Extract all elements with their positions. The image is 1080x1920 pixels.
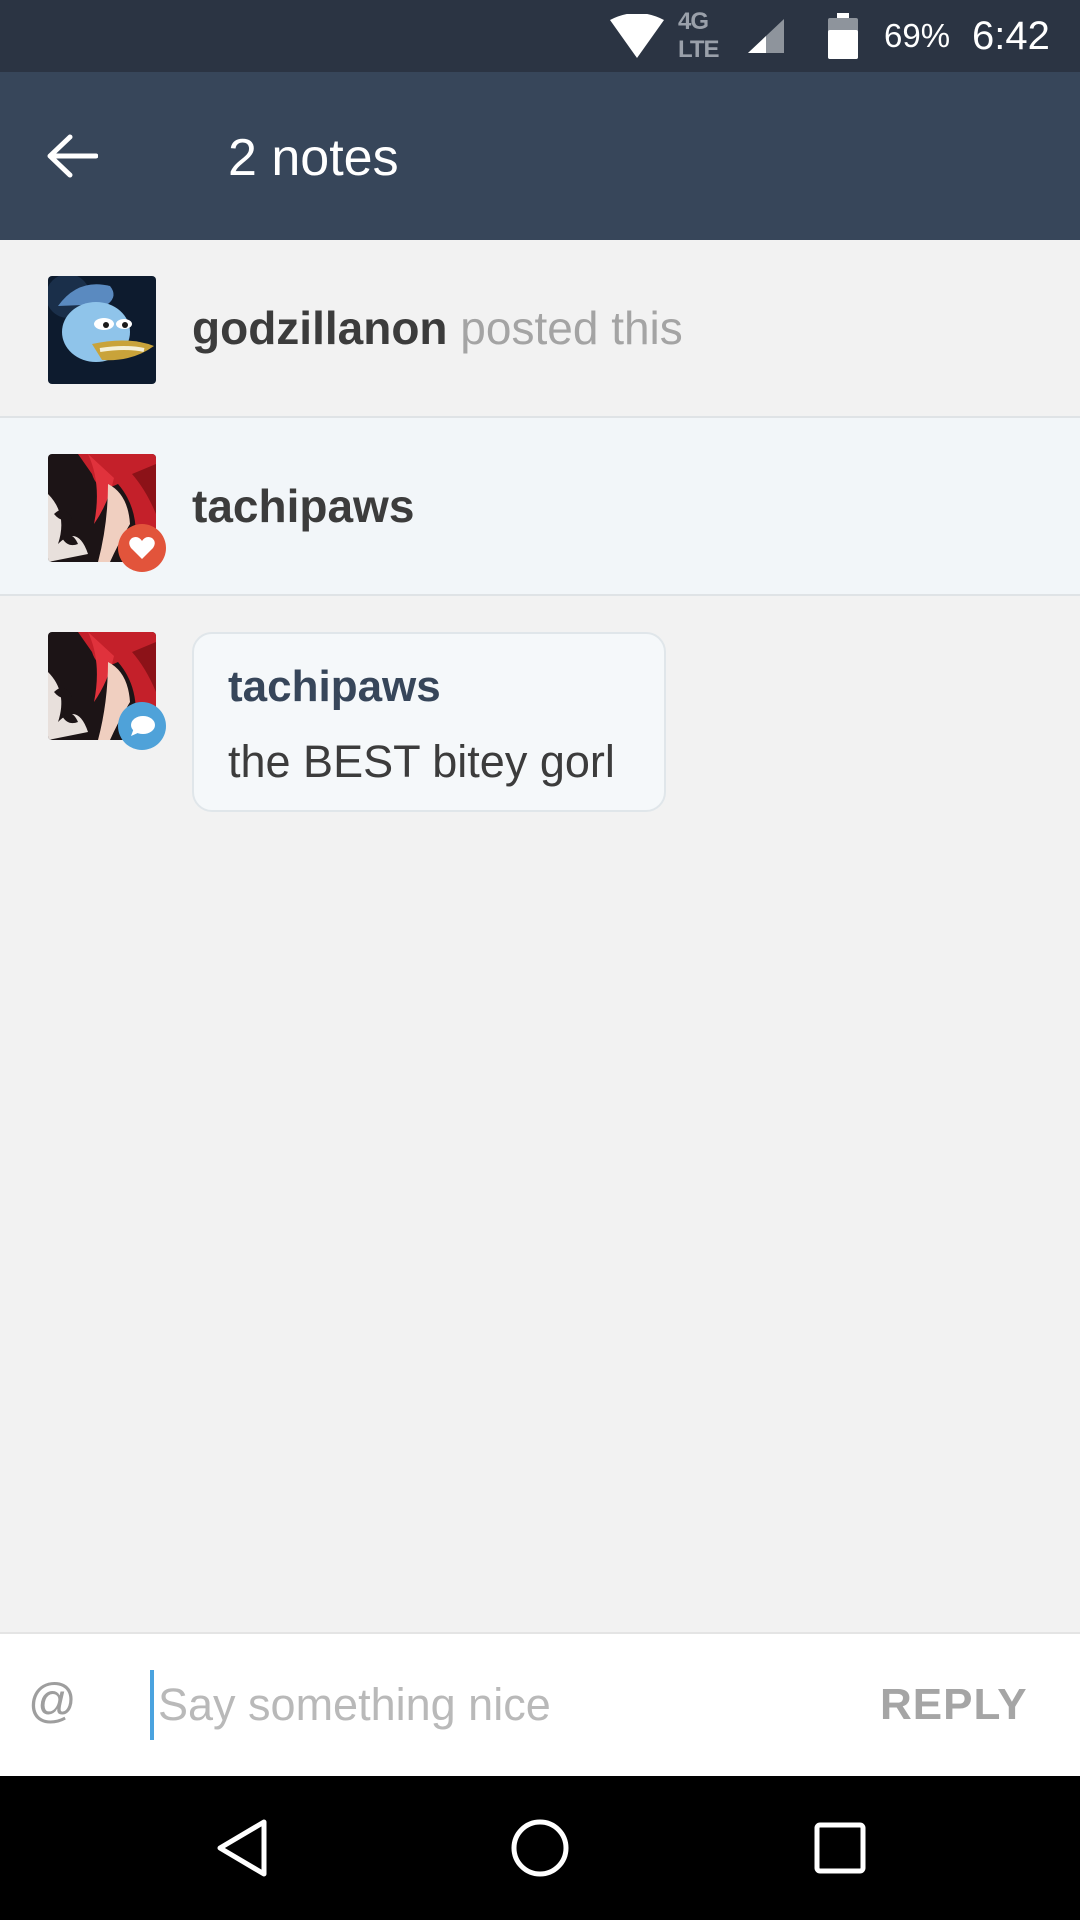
reply-button[interactable]: REPLY	[880, 1680, 1028, 1730]
note-text: tachipaws	[192, 478, 414, 534]
recents-square-icon	[814, 1822, 866, 1874]
note-username[interactable]: godzillanon	[192, 302, 448, 354]
nav-recents-button[interactable]	[804, 1812, 876, 1884]
avatar-godzillanon[interactable]	[48, 276, 156, 384]
reply-message: the BEST bitey gorl	[228, 736, 615, 787]
reply-badge	[118, 702, 166, 750]
note-row-like[interactable]: tachipaws	[0, 418, 1080, 596]
speech-bubble-icon	[131, 716, 155, 736]
avatar-tachipaws[interactable]	[48, 632, 166, 750]
reply-bar: @ REPLY	[0, 1632, 1080, 1776]
mention-button[interactable]: @	[28, 1674, 77, 1729]
clock: 6:42	[972, 13, 1050, 58]
note-action-text: posted this	[460, 302, 683, 354]
arrow-left-icon	[47, 134, 98, 178]
network-type-label: 4G LTE	[678, 8, 720, 63]
signal-icon	[748, 0, 788, 72]
avatar-tachipaws[interactable]	[48, 454, 166, 572]
back-triangle-icon	[217, 1819, 267, 1877]
reply-bubble[interactable]: tachipaws the BEST bitey gorl	[192, 632, 666, 812]
wifi-icon	[610, 0, 666, 72]
page-title: 2 notes	[228, 129, 399, 187]
reply-input[interactable]	[150, 1670, 830, 1740]
system-nav-bar	[0, 1776, 1080, 1920]
note-row-reply[interactable]: tachipaws the BEST bitey gorl	[0, 596, 1080, 836]
nav-home-button[interactable]	[504, 1812, 576, 1884]
duck-avatar	[48, 276, 156, 384]
battery-icon	[828, 0, 858, 72]
reply-username[interactable]: tachipaws	[228, 662, 441, 712]
home-circle-icon	[511, 1819, 569, 1877]
heart-icon	[129, 537, 155, 559]
battery-percent: 69%	[884, 17, 951, 54]
nav-back-button[interactable]	[206, 1812, 278, 1884]
note-username[interactable]: tachipaws	[192, 480, 414, 532]
note-text: godzillanon posted this	[192, 300, 683, 356]
app-bar: 2 notes	[0, 72, 1080, 240]
back-button[interactable]	[36, 120, 108, 192]
note-row-posted[interactable]: godzillanon posted this	[0, 240, 1080, 418]
status-bar: 4G LTE 69% 6:42	[0, 0, 1080, 72]
like-badge	[118, 524, 166, 572]
